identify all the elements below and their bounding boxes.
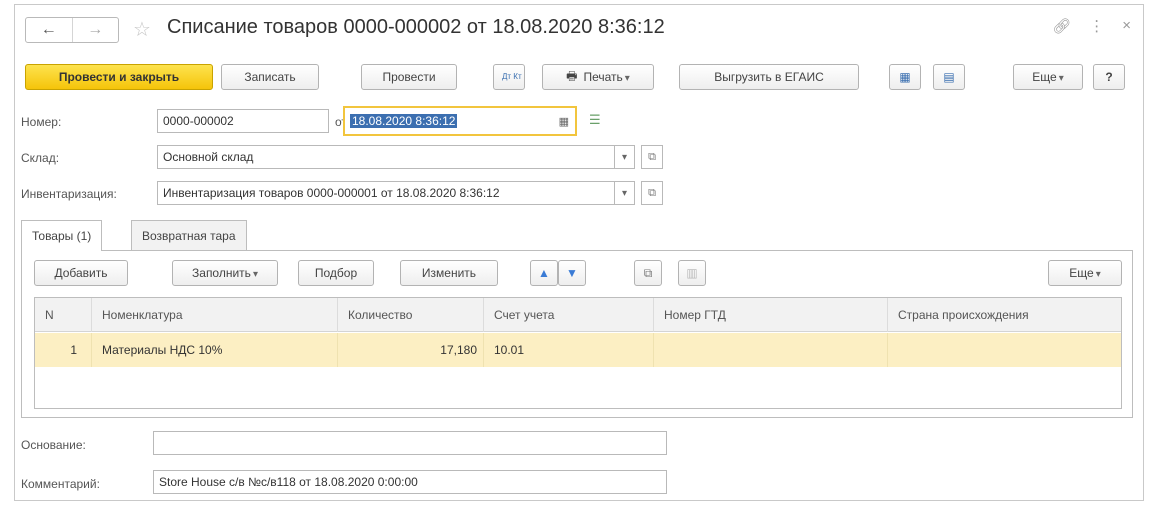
back-arrow-icon[interactable]: ← bbox=[26, 18, 72, 42]
dt-kt-label: Дт Кт bbox=[502, 72, 522, 81]
inventory-label: Инвентаризация: bbox=[21, 187, 117, 201]
warehouse-field[interactable]: Основной склад bbox=[157, 145, 615, 169]
more-vertical-icon[interactable]: ⋮ bbox=[1089, 17, 1104, 35]
table-more-label: Еще bbox=[1069, 266, 1100, 280]
favorite-star-icon[interactable]: ☆ bbox=[133, 17, 151, 42]
warehouse-label: Склад: bbox=[21, 151, 60, 165]
pick-button[interactable]: Подбор bbox=[298, 260, 374, 286]
number-label: Номер: bbox=[21, 115, 62, 129]
link-icon[interactable]: 🔗︎ bbox=[1052, 17, 1071, 35]
upload-egais-button[interactable]: Выгрузить в ЕГАИС bbox=[679, 64, 859, 90]
post-button[interactable]: Провести bbox=[361, 64, 457, 90]
row-quantity[interactable]: 17,180 bbox=[337, 333, 483, 367]
date-value: 18.08.2020 8:36:12 bbox=[350, 114, 458, 128]
window-controls: 🔗︎ ⋮ × bbox=[1052, 17, 1131, 35]
structure-icon[interactable]: ▦ bbox=[889, 64, 921, 90]
column-header-country[interactable]: Страна происхождения bbox=[887, 298, 1123, 332]
edit-button[interactable]: Изменить bbox=[400, 260, 498, 286]
close-icon[interactable]: × bbox=[1122, 17, 1131, 35]
inventory-field[interactable]: Инвентаризация товаров 0000-000001 от 18… bbox=[157, 181, 615, 205]
edit-number-icon[interactable]: ☰ bbox=[589, 112, 601, 128]
help-button[interactable]: ? bbox=[1093, 64, 1125, 90]
row-number: 1 bbox=[70, 343, 77, 357]
chevron-down-icon[interactable]: ▾ bbox=[615, 181, 635, 205]
move-down-icon[interactable]: ▼ bbox=[558, 260, 586, 286]
open-inventory-icon[interactable]: ⧉ bbox=[641, 181, 663, 205]
column-header-account[interactable]: Счет учета bbox=[483, 298, 653, 332]
table-header: N Номенклатура Количество Счет учета Ном… bbox=[35, 298, 1121, 332]
goods-table: N Номенклатура Количество Счет учета Ном… bbox=[34, 297, 1122, 409]
print-button[interactable]: 🖶 Печать bbox=[542, 64, 654, 90]
post-and-close-button[interactable]: Провести и закрыть bbox=[25, 64, 213, 90]
row-account[interactable]: 10.01 bbox=[483, 333, 653, 367]
paste-icon[interactable]: ▥ bbox=[678, 260, 706, 286]
column-header-n[interactable]: N bbox=[35, 298, 91, 332]
basis-label: Основание: bbox=[21, 438, 86, 452]
comment-label: Комментарий: bbox=[21, 477, 100, 491]
row-item[interactable]: Материалы НДС 10% bbox=[91, 333, 337, 367]
document-window: ← → ☆ Списание товаров 0000-000002 от 18… bbox=[14, 4, 1144, 501]
fill-label: Заполнить bbox=[192, 266, 258, 280]
row-gtd[interactable] bbox=[653, 333, 887, 367]
comment-field[interactable]: Store House с/в №с/в118 от 18.08.2020 0:… bbox=[153, 470, 667, 494]
fill-button[interactable]: Заполнить bbox=[172, 260, 278, 286]
dt-kt-icon[interactable]: Дт Кт bbox=[493, 64, 525, 90]
column-header-gtd[interactable]: Номер ГТД bbox=[653, 298, 887, 332]
add-button[interactable]: Добавить bbox=[34, 260, 128, 286]
copy-icon[interactable]: ⧉ bbox=[634, 260, 662, 286]
forward-arrow-icon[interactable]: → bbox=[71, 18, 119, 42]
goods-tab-panel: Добавить Заполнить Подбор Изменить ▲ ▼ ⧉… bbox=[21, 250, 1133, 418]
calendar-icon[interactable]: ▦ bbox=[559, 115, 569, 128]
column-header-quantity[interactable]: Количество bbox=[337, 298, 483, 332]
chevron-down-icon[interactable]: ▾ bbox=[615, 145, 635, 169]
tab-goods[interactable]: Товары (1) bbox=[21, 220, 103, 251]
column-header-item[interactable]: Номенклатура bbox=[91, 298, 337, 332]
date-field[interactable]: 18.08.2020 8:36:12 ▦ bbox=[343, 106, 577, 136]
printer-icon: 🖶 bbox=[566, 68, 578, 83]
basis-field[interactable] bbox=[153, 431, 667, 455]
window-title: Списание товаров 0000-000002 от 18.08.20… bbox=[167, 16, 665, 38]
tab-returnable-containers[interactable]: Возвратная тара bbox=[131, 220, 247, 250]
more-button[interactable]: Еще bbox=[1013, 64, 1083, 90]
report-icon[interactable]: ▤ bbox=[933, 64, 965, 90]
table-more-button[interactable]: Еще bbox=[1048, 260, 1122, 286]
number-field[interactable]: 0000-000002 bbox=[157, 109, 329, 133]
save-button[interactable]: Записать bbox=[221, 64, 319, 90]
open-warehouse-icon[interactable]: ⧉ bbox=[641, 145, 663, 169]
more-label: Еще bbox=[1032, 70, 1063, 84]
row-country[interactable] bbox=[887, 333, 1123, 367]
move-up-icon[interactable]: ▲ bbox=[530, 260, 558, 286]
navigation-group: ← → bbox=[25, 17, 119, 43]
print-label: Печать bbox=[583, 70, 629, 84]
table-row[interactable]: 1 Материалы НДС 10% 17,180 10.01 bbox=[35, 333, 1121, 367]
